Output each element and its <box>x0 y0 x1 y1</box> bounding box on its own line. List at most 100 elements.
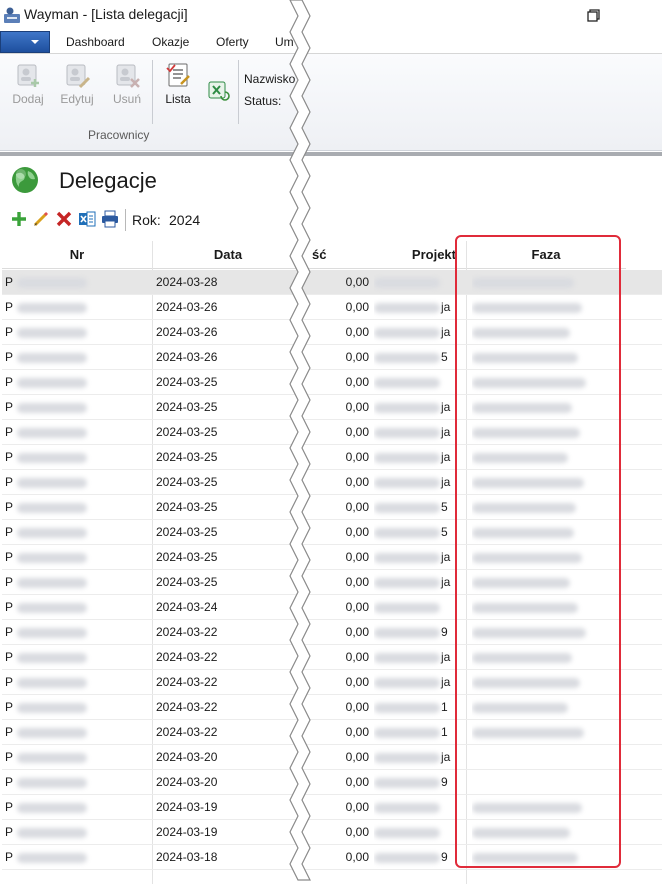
table-row[interactable]: P 2024-03-26 0,00 ja <box>2 320 662 345</box>
column-header-data[interactable]: Data <box>152 241 304 269</box>
redacted-text <box>472 402 572 413</box>
cell-data: 2024-03-26 <box>156 300 218 314</box>
chevron-down-icon <box>31 40 39 44</box>
cell-projekt-tail: ja <box>441 300 451 314</box>
tab-oferty[interactable]: Oferty <box>216 35 249 49</box>
cell-projekt-tail: ja <box>441 425 451 439</box>
table-row[interactable]: P 2024-03-19 0,00 <box>2 795 662 820</box>
table-row[interactable]: P 2024-03-26 0,00 ja <box>2 295 662 320</box>
tab-um[interactable]: Um <box>275 35 294 49</box>
cell-projekt: 9 <box>374 845 454 870</box>
table-row[interactable]: P 2024-03-22 0,00 ja <box>2 645 662 670</box>
cell-nr: P <box>5 470 150 495</box>
table-row[interactable]: P 2024-03-25 0,00 <box>2 370 662 395</box>
cell-nr-prefix: P <box>5 825 14 839</box>
column-header-projekt[interactable]: Projekt <box>374 241 466 269</box>
cell-nr-prefix: P <box>5 400 14 414</box>
restore-icon[interactable] <box>582 4 604 26</box>
cell-projekt-tail: 9 <box>441 625 448 639</box>
column-header-faza[interactable]: Faza <box>466 241 626 269</box>
window-title: Wayman - [Lista delegacji] <box>24 6 188 22</box>
cell-projekt-tail: 5 <box>441 350 448 364</box>
column-header-kwota[interactable]: ść <box>304 241 374 269</box>
redacted-text <box>17 577 88 588</box>
cell-nr: P <box>5 645 150 670</box>
excel-export-icon[interactable] <box>206 78 230 102</box>
edytuj-label: Edytuj <box>60 92 94 106</box>
table-row[interactable]: P 2024-03-25 0,00 ja <box>2 545 662 570</box>
table-row[interactable]: P 2024-03-22 0,00 1 <box>2 695 662 720</box>
redacted-text <box>374 627 440 638</box>
delete-icon[interactable] <box>55 210 73 228</box>
table-row[interactable]: P 2024-03-28 0,00 <box>2 270 662 295</box>
cell-data: 2024-03-25 <box>156 450 218 464</box>
table-row[interactable]: P 2024-03-20 0,00 ja <box>2 745 662 770</box>
cell-faza <box>472 570 612 595</box>
column-header-nr[interactable]: Nr <box>2 241 152 269</box>
lista-button[interactable]: Lista <box>158 60 198 106</box>
tab-dashboard[interactable]: Dashboard <box>66 35 125 49</box>
table-row[interactable]: P 2024-03-25 0,00 ja <box>2 395 662 420</box>
table-row[interactable]: P 2024-03-25 0,00 ja <box>2 420 662 445</box>
rok-value[interactable]: 2024 <box>169 212 200 228</box>
cell-nr: P <box>5 270 150 295</box>
cell-faza <box>472 845 612 870</box>
table-row[interactable]: P 2024-03-25 0,00 ja <box>2 570 662 595</box>
add-icon[interactable] <box>10 210 28 228</box>
excel-icon[interactable] <box>78 210 96 228</box>
cell-nr-prefix: P <box>5 725 14 739</box>
edytuj-button[interactable]: Edytuj <box>57 60 97 106</box>
table-row[interactable]: P 2024-03-24 0,00 <box>2 595 662 620</box>
cell-projekt: 1 <box>374 695 454 720</box>
redacted-text <box>374 527 440 538</box>
cell-data: 2024-03-26 <box>156 350 218 364</box>
redacted-text <box>472 602 578 613</box>
table-row[interactable]: P 2024-03-26 0,00 5 <box>2 345 662 370</box>
ribbon-panel: Dodaj Edytuj Usuń Lista Nazwisko Status:… <box>0 54 662 151</box>
redacted-text <box>374 552 440 563</box>
table-row[interactable]: P 2024-03-18 0,00 9 <box>2 845 662 870</box>
redacted-text <box>17 502 88 513</box>
redacted-text <box>472 627 586 638</box>
table-row[interactable]: P 2024-03-19 0,00 <box>2 820 662 845</box>
table-row[interactable]: P 2024-03-22 0,00 ja <box>2 670 662 695</box>
dodaj-button[interactable]: Dodaj <box>8 60 48 106</box>
redacted-text <box>374 402 440 413</box>
tab-okazje[interactable]: Okazje <box>152 35 189 49</box>
cell-data: 2024-03-20 <box>156 775 218 789</box>
cell-kwota: 0,00 <box>345 550 369 564</box>
redacted-text <box>374 577 440 588</box>
table-row[interactable]: P 2024-03-25 0,00 5 <box>2 495 662 520</box>
edit-user-icon <box>66 64 91 89</box>
cell-kwota: 0,00 <box>345 350 369 364</box>
redacted-text <box>374 827 440 838</box>
cell-projekt-tail: ja <box>441 650 451 664</box>
cell-faza <box>472 620 612 645</box>
cell-kwota: 0,00 <box>345 600 369 614</box>
cell-nr-prefix: P <box>5 300 14 314</box>
cell-data: 2024-03-22 <box>156 625 218 639</box>
table-row[interactable]: P 2024-03-22 0,00 1 <box>2 720 662 745</box>
cell-kwota: 0,00 <box>345 475 369 489</box>
table-row[interactable]: P 2024-03-25 0,00 ja <box>2 445 662 470</box>
cell-projekt: 5 <box>374 495 454 520</box>
redacted-text <box>17 777 88 788</box>
cell-nr: P <box>5 620 150 645</box>
redacted-text <box>17 527 88 538</box>
redacted-text <box>17 377 88 388</box>
table-row[interactable]: P 2024-03-22 0,00 9 <box>2 620 662 645</box>
ribbon-separator <box>152 60 153 124</box>
cell-faza <box>472 395 612 420</box>
redacted-text <box>374 777 440 788</box>
print-icon[interactable] <box>101 210 119 228</box>
delegacje-table: Nr Data ść Projekt Faza P 2024-03-28 0,00 P… <box>2 241 662 884</box>
cell-projekt-tail: ja <box>441 550 451 564</box>
table-row[interactable]: P 2024-03-25 0,00 5 <box>2 520 662 545</box>
app-menu-button[interactable] <box>0 31 50 53</box>
cell-projekt-tail: 5 <box>441 525 448 539</box>
redacted-text <box>472 852 578 863</box>
table-row[interactable]: P 2024-03-25 0,00 ja <box>2 470 662 495</box>
table-row[interactable]: P 2024-03-20 0,00 9 <box>2 770 662 795</box>
usun-button[interactable]: Usuń <box>107 60 147 106</box>
edit-icon[interactable] <box>32 210 50 228</box>
